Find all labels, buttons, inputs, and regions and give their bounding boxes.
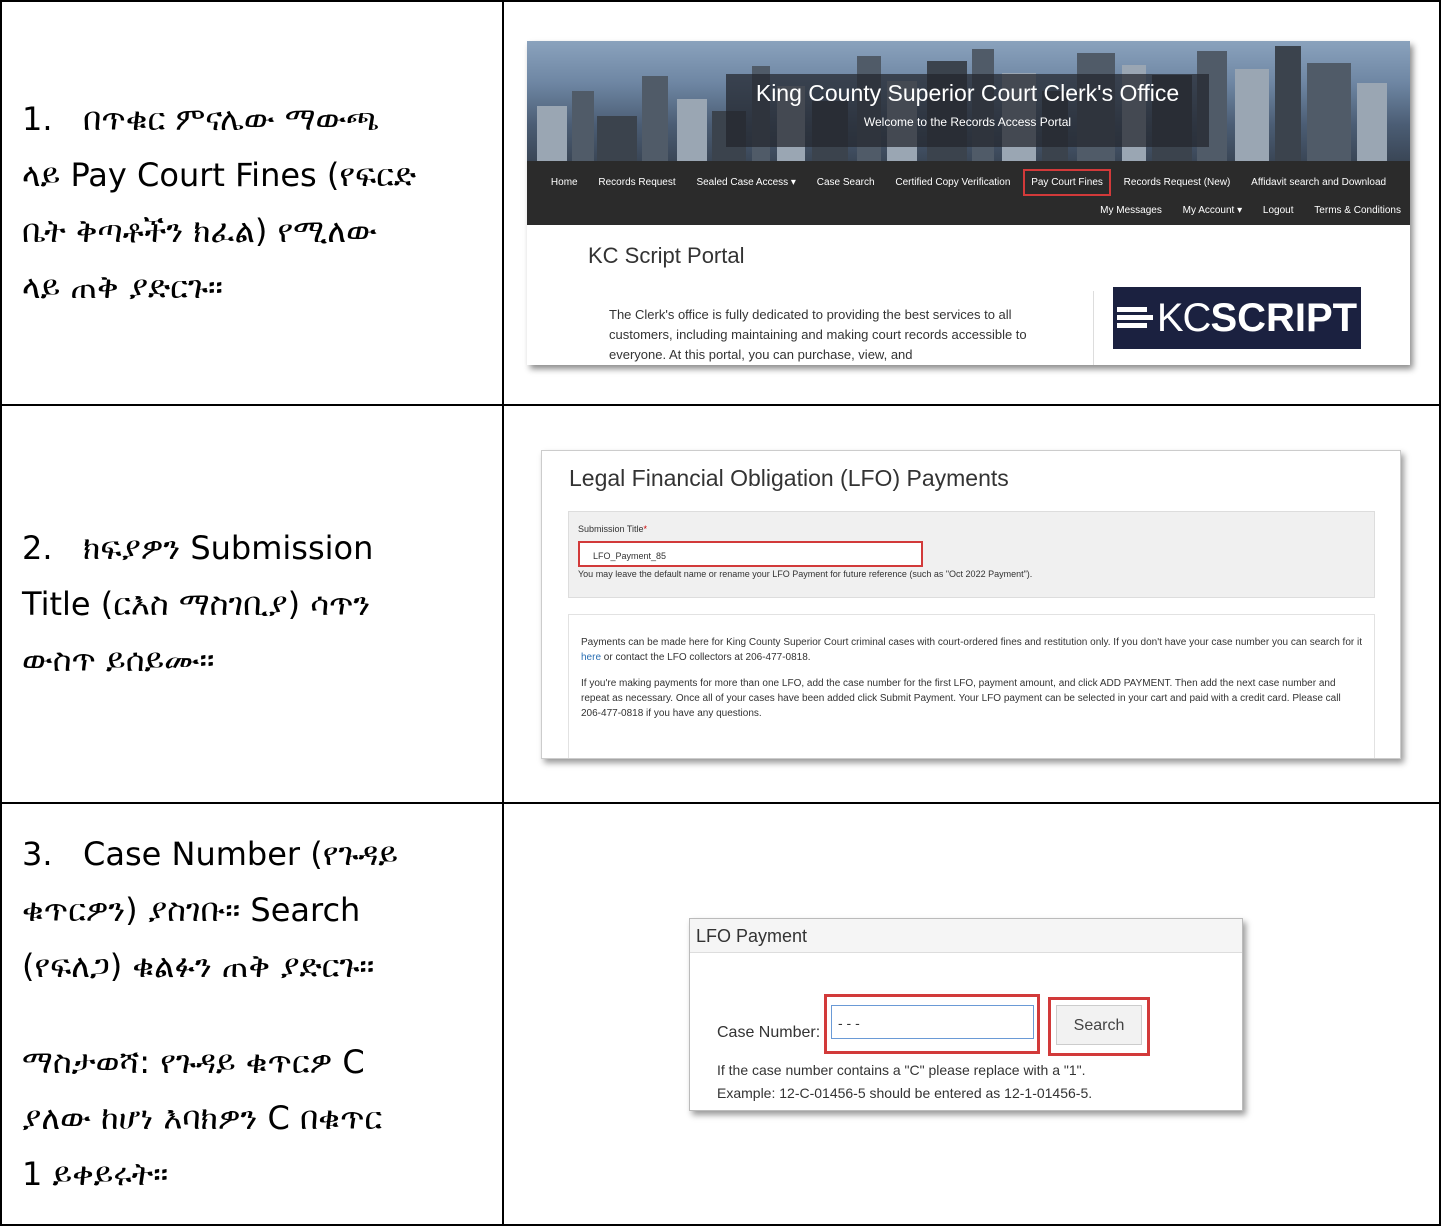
nav-terms[interactable]: Terms & Conditions [1314,205,1401,216]
portal-intro-text: The Clerk's office is fully dedicated to… [609,307,1027,362]
nav-pay-court-fines[interactable]: Pay Court Fines [1023,169,1111,196]
step-3-line: (የፍለጋ) ቁልፉን ጠቅ ያድርጉ። [22,947,375,985]
step-3-screenshot-cell: LFO Payment Case Number: - - - Search If… [502,802,1441,1226]
step-3-line: ቁጥርዎን) ያስገቡ። Search [22,891,361,929]
step-1-screenshot-cell: King County Superior Court Clerk's Offic… [502,0,1441,406]
search-here-link[interactable]: here [581,652,601,663]
kc-portal-screenshot: King County Superior Court Clerk's Offic… [527,41,1410,365]
logo-script: SCRIPT [1210,295,1358,340]
nav-sealed-case-access[interactable]: Sealed Case Access ▾ [696,177,796,188]
lfo-info-paragraph-1: Payments can be made here for King Count… [581,636,1363,663]
submission-title-label: Submission Title* [578,523,648,534]
lfo-payment-search-screenshot: LFO Payment Case Number: - - - Search If… [689,917,1243,1111]
lfo-info-panel: Payments can be made here for King Count… [568,613,1375,758]
lfo-info-paragraph-2: If you're making payments for more than … [581,677,1341,719]
nav-records-request[interactable]: Records Request [598,177,675,188]
kcscript-logo: KC SCRIPT [1113,287,1361,349]
step-2-line: 2. ክፍያዎን Submission [22,529,374,567]
nav-logout[interactable]: Logout [1263,205,1294,216]
case-hint-line-2: Example: 12-C-01456-5 should be entered … [717,1084,1093,1101]
submission-title-input[interactable]: LFO_Payment_85 [578,540,923,567]
step-3-note-line: ያለው ከሆነ እባክዎን C በቁጥር [22,1099,383,1137]
case-number-input[interactable]: - - - [831,1004,1034,1039]
step-3-note-line: 1 ይቀይሩት። [22,1155,169,1193]
nav-my-account[interactable]: My Account ▾ [1183,205,1243,216]
nav-row-2: My Messages My Account ▾ Logout Terms & … [527,205,1410,216]
step-1-line: 1. በጥቁር ምናሌው ማውጫ [22,100,380,138]
nav-row-1: Home Records Request Sealed Case Access … [527,169,1410,196]
main-nav: Home Records Request Sealed Case Access … [527,161,1410,225]
lfo-payment-header: LFO Payment [690,918,1242,953]
step-2-line: Title (ርእስ ማስገቢያ) ሳጥን [22,585,371,623]
step-2-cell: 2. ክፍያዎን Submission Title (ርእስ ማስገቢያ) ሳጥ… [0,404,504,804]
banner-title-box: King County Superior Court Clerk's Offic… [726,74,1209,147]
step-2-line: ውስጥ ይሰይሙ። [22,641,215,679]
logo-bars-icon [1116,305,1153,331]
lfo-page-title: Legal Financial Obligation (LFO) Payment… [569,464,1009,491]
step-3-cell: 3. Case Number (የጉዳይ ቁጥርዎን) ያስገቡ። Search… [0,802,504,1226]
search-button[interactable]: Search [1056,1004,1142,1045]
required-mark: * [643,523,648,534]
site-subtitle: Welcome to the Records Access Portal [863,115,1072,129]
nav-my-messages[interactable]: My Messages [1100,205,1162,216]
submission-title-panel: Submission Title* LFO_Payment_85 You may… [568,510,1375,598]
nav-affidavit-search[interactable]: Affidavit search and Download [1251,177,1386,188]
logo-kc: KC [1156,295,1212,340]
step-3-note-line: ማስታወሻ: የጉዳይ ቁጥርዎ C [22,1043,365,1081]
step-1-text: 1. በጥቁር ምናሌው ማውጫ ላይ Pay Court Fines (የፍር… [2,91,502,315]
nav-case-search[interactable]: Case Search [817,177,875,188]
nav-records-request-new[interactable]: Records Request (New) [1124,177,1231,188]
step-1-cell: 1. በጥቁር ምናሌው ማውጫ ላይ Pay Court Fines (የፍር… [0,0,504,406]
case-number-hint: If the case number contains a "C" please… [717,1059,1092,1105]
site-title: King County Superior Court Clerk's Offic… [755,80,1180,106]
step-3-text: 3. Case Number (የጉዳይ ቁጥርዎን) ያስገቡ። Search… [2,826,502,1202]
step-2-text: 2. ክፍያዎን Submission Title (ርእስ ማስገቢያ) ሳጥ… [2,520,502,688]
step-2-screenshot-cell: Legal Financial Obligation (LFO) Payment… [502,404,1441,804]
nav-certified-copy-verification[interactable]: Certified Copy Verification [895,177,1010,188]
lfo-payments-screenshot: Legal Financial Obligation (LFO) Payment… [541,449,1401,759]
submission-title-hint: You may leave the default name or rename… [578,568,1033,579]
nav-home[interactable]: Home [551,177,578,188]
step-1-line: ላይ Pay Court Fines (የፍርድ [22,156,416,194]
step-1-line: ላይ ጠቅ ያድርጉ። [22,268,223,306]
case-hint-line-1: If the case number contains a "C" please… [717,1061,1086,1078]
step-1-line: ቤት ቅጣቶችን ክፈል) የሚለው [22,212,377,250]
divider [1093,291,1094,365]
city-skyline-banner: King County Superior Court Clerk's Offic… [527,41,1410,161]
portal-title: KC Script Portal [588,243,745,268]
step-3-line: 3. Case Number (የጉዳይ [22,835,399,873]
case-number-label: Case Number: [717,1023,821,1041]
